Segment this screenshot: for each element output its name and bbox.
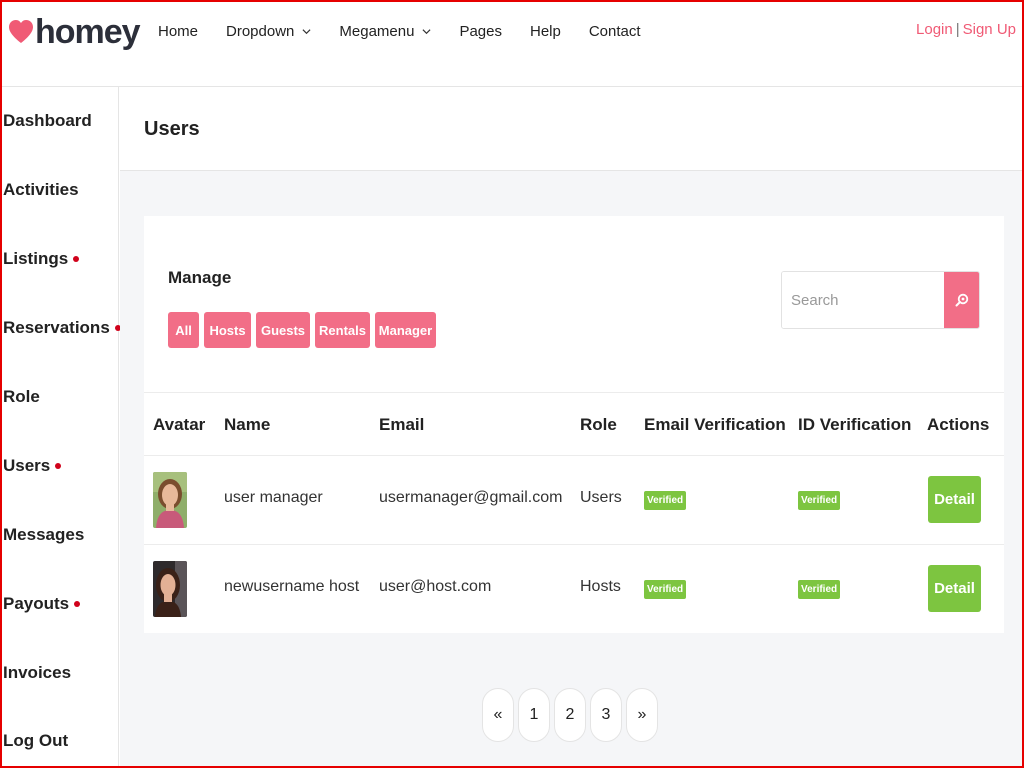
notification-dot <box>55 463 62 469</box>
auth-links: Login | Sign Up <box>916 21 1016 38</box>
pagination-next-button[interactable]: » <box>626 688 658 742</box>
sidebar-item-label: Invoices <box>3 663 72 682</box>
pagination-page-2[interactable]: 2 <box>554 688 586 742</box>
column-header-avatar[interactable]: Avatar <box>153 415 205 435</box>
column-header-actions[interactable]: Actions <box>927 415 989 435</box>
nav-contact-label: Contact <box>588 22 641 40</box>
user-photo-icon <box>153 561 187 617</box>
brand-logo[interactable]: homey <box>8 12 141 52</box>
sidebar-item-logout[interactable]: Log Out <box>3 731 68 751</box>
user-name: user manager <box>224 489 323 506</box>
search-box <box>781 271 980 329</box>
nav-pages-label: Pages <box>459 22 502 40</box>
page-title: Users <box>144 118 200 140</box>
heart-icon <box>9 20 33 43</box>
user-email: usermanager@gmail.com <box>379 489 563 506</box>
nav-pages[interactable]: Pages <box>459 20 502 42</box>
column-header-email[interactable]: Email <box>379 415 424 435</box>
table-header: Avatar Name Email Role Email Verificatio… <box>144 392 1004 456</box>
search-icon <box>955 293 968 307</box>
filter-all-button[interactable]: All <box>168 312 199 348</box>
id-verified-badge: Verified <box>798 491 841 510</box>
sidebar-item-label: Dashboard <box>3 111 92 130</box>
pagination: « 1 2 3 » <box>482 688 662 742</box>
sidebar-item-label: Reservations <box>3 318 110 337</box>
user-role: Hosts <box>580 578 621 595</box>
sidebar-item-messages[interactable]: Messages <box>3 525 84 545</box>
user-photo-icon <box>153 472 187 528</box>
detail-button[interactable]: Detail <box>928 476 981 523</box>
nav-contact[interactable]: Contact <box>589 20 641 42</box>
nav-home[interactable]: Home <box>158 20 198 42</box>
nav-help-label: Help <box>529 22 561 40</box>
sidebar-item-listings[interactable]: Listings <box>3 249 80 269</box>
filter-manager-button[interactable]: Manager <box>375 312 436 348</box>
sidebar-item-label: Role <box>3 387 40 406</box>
sidebar-item-reservations[interactable]: Reservations <box>3 318 121 338</box>
pagination-page-3[interactable]: 3 <box>590 688 622 742</box>
nav-dropdown[interactable]: Dropdown <box>226 20 311 42</box>
users-card: Manage All Hosts Guests Rentals Manager … <box>144 216 1004 633</box>
avatar[interactable] <box>153 561 187 617</box>
search-input[interactable] <box>782 272 944 328</box>
sidebar-item-invoices[interactable]: Invoices <box>3 663 71 683</box>
signup-link[interactable]: Sign Up <box>963 21 1016 38</box>
user-name: newusername host <box>224 578 360 595</box>
sidebar-item-users[interactable]: Users <box>3 456 62 476</box>
user-email: user@host.com <box>379 578 492 595</box>
nav-home-label: Home <box>158 22 199 40</box>
pagination-prev-button[interactable]: « <box>482 688 514 742</box>
sidebar-item-role[interactable]: Role <box>3 387 40 407</box>
column-header-role[interactable]: Role <box>580 415 617 435</box>
notification-dot <box>73 256 80 262</box>
chevron-down-icon <box>422 28 431 34</box>
avatar[interactable] <box>153 472 187 528</box>
column-header-email-verification[interactable]: Email Verification <box>644 415 786 435</box>
chevron-down-icon <box>302 28 311 34</box>
email-verified-badge: Verified <box>644 580 687 599</box>
nav-help[interactable]: Help <box>530 20 561 42</box>
table-row: user manager usermanager@gmail.com Users… <box>144 456 1004 545</box>
search-button[interactable] <box>944 272 979 328</box>
pagination-page-1[interactable]: 1 <box>518 688 550 742</box>
notification-dot <box>74 601 81 607</box>
detail-button[interactable]: Detail <box>928 565 981 612</box>
sidebar-item-label: Listings <box>3 249 69 268</box>
column-header-name[interactable]: Name <box>224 415 270 435</box>
nav-megamenu[interactable]: Megamenu <box>339 20 431 42</box>
nav-megamenu-label: Megamenu <box>339 22 415 40</box>
filter-guests-button[interactable]: Guests <box>256 312 310 348</box>
table-row: newusername host user@host.com Hosts Ver… <box>144 545 1004 634</box>
manage-label: Manage <box>168 268 232 287</box>
filter-group: All Hosts Guests Rentals Manager <box>168 312 441 348</box>
sidebar-item-label: Payouts <box>3 594 70 613</box>
brand-name: homey <box>35 13 141 51</box>
email-verified-badge: Verified <box>644 491 687 510</box>
filter-rentals-button[interactable]: Rentals <box>315 312 370 348</box>
users-table: Avatar Name Email Role Email Verificatio… <box>144 392 1004 634</box>
sidebar-item-label: Log Out <box>3 731 69 750</box>
sidebar-item-activities[interactable]: Activities <box>3 180 79 200</box>
sidebar: Dashboard Activities Listings Reservatio… <box>0 87 121 768</box>
user-role: Users <box>580 489 622 506</box>
auth-separator: | <box>955 21 960 38</box>
sidebar-item-payouts[interactable]: Payouts <box>3 594 81 614</box>
filter-hosts-button[interactable]: Hosts <box>204 312 251 348</box>
main-nav: Home Dropdown Megamenu Pages Help Contac… <box>158 20 669 42</box>
sidebar-item-label: Users <box>3 456 51 475</box>
sidebar-item-label: Activities <box>3 180 79 199</box>
nav-dropdown-label: Dropdown <box>226 22 295 40</box>
page-header: Users <box>120 88 1024 171</box>
login-link[interactable]: Login <box>916 21 953 38</box>
sidebar-item-dashboard[interactable]: Dashboard <box>3 111 92 131</box>
sidebar-item-label: Messages <box>3 525 85 544</box>
top-header: homey Home Dropdown Megamenu Pages Help … <box>0 0 1024 87</box>
column-header-id-verification[interactable]: ID Verification <box>798 415 911 435</box>
id-verified-badge: Verified <box>798 580 841 599</box>
